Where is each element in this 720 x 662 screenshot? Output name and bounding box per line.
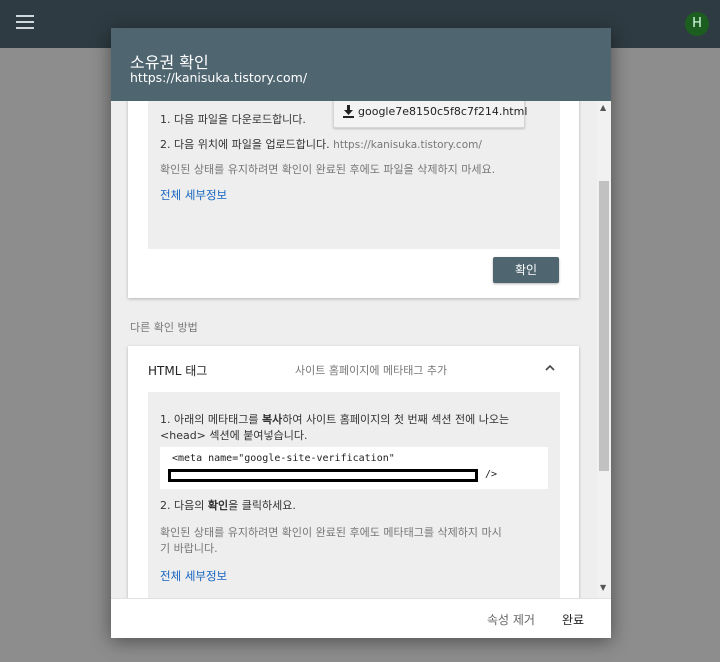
dialog-subtitle: https://kanisuka.tistory.com/ <box>130 70 308 85</box>
dialog-footer: 속성 제거 완료 <box>111 598 611 638</box>
meta-tag-code[interactable]: <meta name="google-site-verification" /> <box>160 447 548 489</box>
dialog-scrollbar[interactable]: ▲ ▼ <box>597 101 611 598</box>
keep-tag-note-line2: 기 바랍니다. <box>160 542 218 555</box>
upload-url: https://kanisuka.tistory.com/ <box>333 139 482 151</box>
html-tag-title: HTML 태그 <box>148 364 208 378</box>
redaction-bar <box>168 469 478 482</box>
tag-step1-line1: 1. 아래의 메타태그를 복사하여 사이트 홈페이지의 첫 번째 섹션 전에 나… <box>160 413 510 426</box>
chevron-up-icon <box>545 364 555 371</box>
tag-step1-line2: <head> 섹션에 붙여넣습니다. <box>160 429 308 442</box>
hamburger-menu-icon[interactable] <box>16 15 34 29</box>
remove-property-button[interactable]: 속성 제거 <box>487 611 535 628</box>
scroll-up-arrow-icon[interactable]: ▲ <box>600 103 606 112</box>
meta-tag-line1: <meta name="google-site-verification" <box>172 453 395 464</box>
done-button[interactable]: 완료 <box>562 611 584 628</box>
html-tag-card: HTML 태그 사이트 홈페이지에 메타태그 추가 1. 아래의 메타태그를 복… <box>128 346 579 598</box>
html-tag-instructions: 1. 아래의 메타태그를 복사하여 사이트 홈페이지의 첫 번째 섹션 전에 나… <box>148 392 560 598</box>
avatar[interactable]: H <box>685 12 709 36</box>
download-file-button[interactable]: google7e8150c5f8c7f214.html <box>333 101 528 128</box>
html-file-instructions: 1. 다음 파일을 다운로드합니다. google7e8150c5f8c7f21… <box>148 101 560 249</box>
meta-tag-end: /> <box>485 469 498 480</box>
dialog-header: 소유권 확인 https://kanisuka.tistory.com/ <box>111 28 611 101</box>
html-file-verify-button[interactable]: 확인 <box>493 257 559 283</box>
keep-file-note: 확인된 상태를 유지하려면 확인이 완료된 후에도 파일을 삭제하지 마세요. <box>160 163 496 176</box>
step2-label: 2. 다음 위치에 파일을 업로드합니다. <box>160 138 330 151</box>
ownership-verification-dialog: 소유권 확인 https://kanisuka.tistory.com/ 1. … <box>111 28 611 638</box>
html-tag-expander[interactable]: HTML 태그 사이트 홈페이지에 메타태그 추가 <box>128 346 579 392</box>
html-file-details-link[interactable]: 전체 세부정보 <box>160 187 227 203</box>
download-filename: google7e8150c5f8c7f214.html <box>358 105 528 118</box>
scroll-down-arrow-icon[interactable]: ▼ <box>600 583 606 592</box>
html-tag-description: 사이트 홈페이지에 메타태그 추가 <box>295 364 448 377</box>
html-file-card: 1. 다음 파일을 다운로드합니다. google7e8150c5f8c7f21… <box>128 101 579 298</box>
step1-label: 1. 다음 파일을 다운로드합니다. <box>160 113 306 126</box>
download-icon <box>343 105 354 118</box>
other-methods-label: 다른 확인 방법 <box>130 321 198 334</box>
keep-tag-note-line1: 확인된 상태를 유지하려면 확인이 완료된 후에도 메타태그를 삭제하지 마시 <box>160 526 502 539</box>
tag-step2: 2. 다음의 확인을 클릭하세요. <box>160 499 296 512</box>
html-tag-details-link[interactable]: 전체 세부정보 <box>160 568 227 584</box>
scrollbar-thumb[interactable] <box>599 181 609 471</box>
dialog-body: 1. 다음 파일을 다운로드합니다. google7e8150c5f8c7f21… <box>111 101 611 598</box>
